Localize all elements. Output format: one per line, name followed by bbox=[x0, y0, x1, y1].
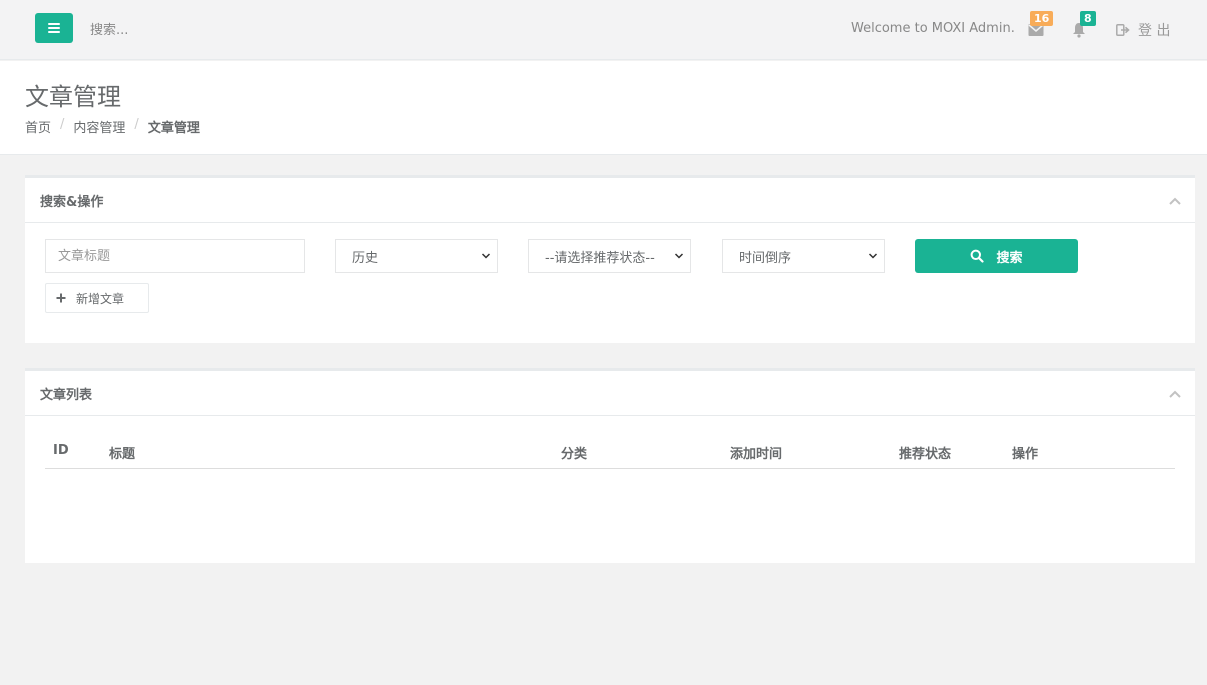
breadcrumb-current: 文章管理 bbox=[147, 121, 200, 136]
breadcrumb-content[interactable]: 内容管理 bbox=[73, 117, 125, 136]
logout-label: 登 出 bbox=[1138, 23, 1171, 39]
add-article-button[interactable]: 新增文章 bbox=[45, 283, 149, 313]
column-header-added-time[interactable]: 添加时间 bbox=[730, 443, 782, 462]
sort-order-select[interactable]: 时间倒序 bbox=[722, 239, 885, 273]
breadcrumb-separator: / bbox=[134, 117, 139, 132]
messages-count-badge: 16 bbox=[1030, 11, 1054, 26]
page-title: 文章管理 bbox=[25, 83, 121, 111]
menu-icon bbox=[48, 23, 60, 33]
column-header-category[interactable]: 分类 bbox=[561, 443, 587, 462]
search-panel-title: 搜索&操作 bbox=[40, 195, 104, 210]
chevron-down-icon bbox=[481, 253, 491, 259]
logout-link[interactable]: 登 出 bbox=[1116, 20, 1170, 40]
breadcrumb-separator: / bbox=[60, 117, 65, 132]
sign-out-icon bbox=[1116, 24, 1130, 36]
page-heading: 文章管理 首页 / 内容管理 / 文章管理 bbox=[0, 61, 1207, 155]
column-header-actions[interactable]: 操作 bbox=[1012, 443, 1038, 462]
list-panel-header: 文章列表 bbox=[25, 371, 1195, 416]
top-navbar: Welcome to MOXI Admin. 16 8 登 出 bbox=[0, 0, 1207, 60]
chevron-up-icon[interactable] bbox=[1169, 196, 1181, 206]
recommend-status-value: --请选择推荐状态-- bbox=[545, 250, 655, 266]
column-header-recommend-status[interactable]: 推荐状态 bbox=[899, 443, 951, 462]
category-select-value: 历史 bbox=[352, 250, 379, 266]
article-table-header: ID 标题 分类 添加时间 推荐状态 操作 bbox=[45, 439, 1175, 469]
list-panel-title: 文章列表 bbox=[40, 388, 93, 403]
add-article-label: 新增文章 bbox=[76, 291, 125, 306]
welcome-message: Welcome to MOXI Admin. bbox=[851, 21, 1015, 36]
search-panel: 搜索&操作 历史 --请选择推荐状态-- 时间倒序 搜索 新增文章 bbox=[25, 175, 1195, 343]
breadcrumb-home[interactable]: 首页 bbox=[25, 117, 51, 136]
plus-icon bbox=[56, 293, 66, 303]
article-title-input[interactable] bbox=[45, 239, 305, 273]
search-icon bbox=[971, 249, 985, 263]
recommend-status-select[interactable]: --请选择推荐状态-- bbox=[528, 239, 691, 273]
breadcrumb: 首页 / 内容管理 / 文章管理 bbox=[25, 117, 200, 136]
menu-toggle-button[interactable] bbox=[35, 13, 73, 43]
category-select[interactable]: 历史 bbox=[335, 239, 498, 273]
chevron-up-icon[interactable] bbox=[1169, 389, 1181, 399]
alerts-count-badge: 8 bbox=[1080, 11, 1096, 26]
search-panel-header: 搜索&操作 bbox=[25, 178, 1195, 223]
article-list-panel: 文章列表 ID 标题 分类 添加时间 推荐状态 操作 bbox=[25, 368, 1195, 563]
chevron-down-icon bbox=[674, 253, 684, 259]
search-button[interactable]: 搜索 bbox=[915, 239, 1078, 273]
chevron-down-icon bbox=[868, 253, 878, 259]
search-button-label: 搜索 bbox=[996, 250, 1023, 266]
column-header-id[interactable]: ID bbox=[53, 443, 69, 458]
column-header-title[interactable]: 标题 bbox=[109, 443, 135, 462]
sort-order-value: 时间倒序 bbox=[739, 250, 792, 266]
top-search-input[interactable] bbox=[90, 20, 390, 40]
